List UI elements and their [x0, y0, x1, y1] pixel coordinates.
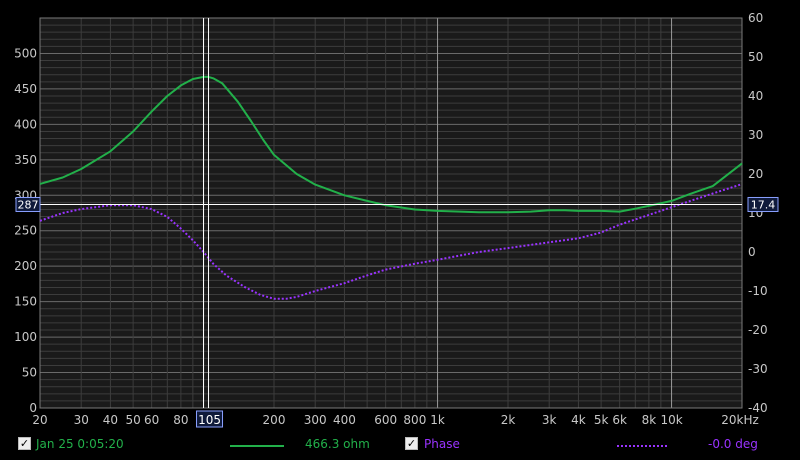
trace1-label: Jan 25 0:05:20 — [36, 437, 124, 451]
x-tick-label: 800 — [403, 413, 426, 427]
y2-tick-label: -20 — [748, 323, 768, 337]
trace2-swatch — [617, 445, 667, 447]
y2-tick-label: 20 — [748, 167, 763, 181]
x-tick-label: 50 — [125, 413, 140, 427]
x-tick-label: 400 — [333, 413, 356, 427]
x-tick-label: 30 — [74, 413, 89, 427]
trace1-swatch — [230, 445, 284, 447]
x-tick-label: 300 — [304, 413, 327, 427]
y-tick-label: 450 — [14, 82, 37, 96]
x-tick-label: 8k — [642, 413, 657, 427]
x-tick-label: 3k — [542, 413, 557, 427]
cursor-right-readout: 17.4 — [751, 198, 776, 211]
y-tick-label: 200 — [14, 259, 37, 273]
y2-tick-label: 30 — [748, 128, 763, 142]
legend: Jan 25 0:05:20 466.3 ohm Phase -0.0 deg — [0, 432, 800, 460]
axis-labels: ohm deg — [2, 1, 771, 15]
y-axis-unit-left: ohm — [2, 1, 29, 15]
y-tick-labels-right: -40-30-20-100102030405060 — [748, 11, 768, 415]
x-tick-label: 40 — [103, 413, 118, 427]
y2-tick-label: 50 — [748, 50, 763, 64]
y2-tick-label: 40 — [748, 89, 763, 103]
y-tick-label: 100 — [14, 330, 37, 344]
y2-tick-label: -30 — [748, 362, 768, 376]
x-tick-label: 20 — [32, 413, 47, 427]
x-tick-label: 4k — [571, 413, 586, 427]
y-tick-label: 350 — [14, 153, 37, 167]
y-tick-label: 400 — [14, 117, 37, 131]
trace2-label: Phase — [424, 437, 460, 451]
x-tick-label: 5k — [594, 413, 609, 427]
x-tick-label: 80 — [173, 413, 188, 427]
x-tick-label: 6k — [612, 413, 627, 427]
x-tick-label: 1k — [430, 413, 445, 427]
y2-tick-label: -10 — [748, 284, 768, 298]
y-tick-label: 150 — [14, 295, 37, 309]
trace2-value: -0.0 deg — [708, 437, 758, 451]
y-tick-label: 500 — [14, 46, 37, 60]
x-tick-labels: 20 30 40 50 60 80 200 300 400 600 800 1k 2k 3k 4k 5k 6k 8… — [32, 413, 758, 427]
y-tick-label: 250 — [14, 224, 37, 238]
y-tick-label: 50 — [22, 366, 37, 380]
y2-tick-label: 0 — [748, 245, 756, 259]
y2-tick-label: 60 — [748, 11, 763, 25]
x-tick-label: 2k — [501, 413, 516, 427]
trace1-checkbox-icon[interactable] — [18, 437, 31, 450]
cursor-left-readout: 287 — [18, 198, 39, 211]
trace2-checkbox-icon[interactable] — [405, 437, 418, 450]
x-tick-label: 60 — [144, 413, 159, 427]
y-tick-labels-left: 050100150200250300350400450500 — [14, 46, 37, 415]
plot-area[interactable] — [40, 18, 742, 408]
impedance-phase-chart: ohm deg 0 50 100 150 200 250 300 350 400 450 500 -… — [2, 1, 779, 428]
x-tick-label: 600 — [374, 413, 397, 427]
cursor-frequency-readout: 105 — [198, 413, 221, 427]
x-tick-label: 200 — [263, 413, 286, 427]
trace1-value: 466.3 ohm — [305, 437, 370, 451]
x-tick-label: 10k — [660, 413, 682, 427]
x-tick-label: 20kHz — [721, 413, 759, 427]
